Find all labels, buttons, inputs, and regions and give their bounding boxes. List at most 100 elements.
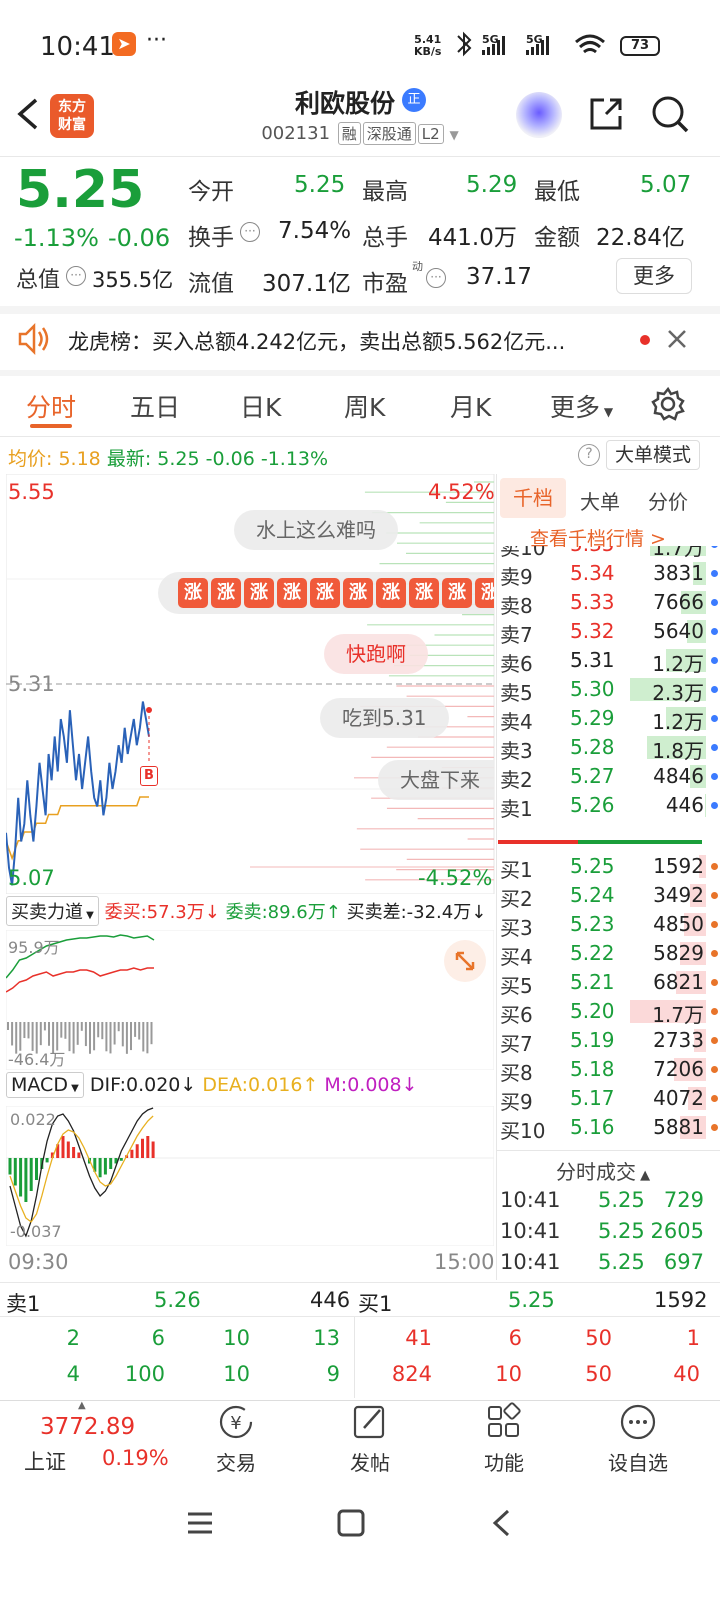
queue-cell: 6	[508, 1326, 522, 1350]
sell-level-row[interactable]: 卖3 5.28 1.8万	[498, 733, 720, 763]
level-volume: 1592	[653, 854, 704, 878]
dock-add-watchlist[interactable]: 设自选	[588, 1402, 688, 1476]
indicator1-chart[interactable]	[6, 930, 494, 1070]
status-time: 10:41	[40, 32, 115, 62]
macd-chart[interactable]	[6, 1106, 494, 1246]
settings-gear-icon[interactable]	[650, 386, 686, 422]
level-price: 5.16	[570, 1115, 615, 1139]
sell-level-row[interactable]: 卖6 5.31 1.2万	[498, 646, 720, 676]
dock-post[interactable]: 发帖	[320, 1402, 420, 1476]
book-tab-fenjia[interactable]: 分价	[648, 486, 688, 515]
sell-level-row[interactable]: 卖9 5.34 3831	[498, 559, 720, 589]
dock-function[interactable]: 功能	[454, 1402, 554, 1476]
queue-cell: 50	[585, 1326, 612, 1350]
level-dot	[711, 802, 718, 809]
tick-row: 10:41 5.25 697	[498, 1250, 720, 1280]
mcap-label: 总值	[16, 268, 61, 293]
tab-more[interactable]: 更多 ▼	[550, 388, 613, 424]
tab-daily-k[interactable]: 日K	[240, 388, 281, 424]
info-icon[interactable]: ···	[426, 268, 446, 288]
close-icon[interactable]	[666, 328, 688, 350]
menu-icon[interactable]	[184, 1508, 216, 1538]
level-price: 5.29	[570, 706, 615, 730]
open-label: 今开	[188, 179, 234, 205]
level-label: 买2	[500, 887, 533, 911]
buy-level-row[interactable]: 买9 5.17 4072	[498, 1084, 720, 1114]
level-dot	[711, 546, 718, 548]
level-dot	[711, 921, 718, 928]
indicator1-select[interactable]: 买卖力道 ▼	[6, 896, 99, 926]
dock-trade[interactable]: ¥ 交易	[186, 1402, 286, 1476]
buy-level-row[interactable]: 买6 5.20 1.7万	[498, 997, 720, 1027]
macd-select[interactable]: MACD ▼	[6, 1072, 84, 1098]
level-dot	[711, 628, 718, 635]
sell-level-row[interactable]: 卖4 5.29 1.2万	[498, 704, 720, 734]
search-icon[interactable]	[650, 94, 690, 134]
zhang-emoji: 涨	[277, 578, 307, 608]
level-volume: 1.2万	[652, 710, 704, 734]
share-icon[interactable]	[586, 94, 626, 134]
book-tab-qiandang[interactable]: 千档	[500, 478, 566, 518]
ai-assistant-avatar[interactable]	[516, 92, 562, 138]
time-start: 09:30	[8, 1250, 69, 1274]
index-value[interactable]: 3772.89	[40, 1414, 135, 1440]
more-button[interactable]: 更多	[616, 258, 692, 294]
expand-icon[interactable]	[444, 940, 486, 982]
big-order-mode-button[interactable]: 大单模式	[606, 440, 700, 470]
level-volume: 5881	[653, 1115, 704, 1139]
index-pct[interactable]: 0.19%	[102, 1446, 169, 1470]
dock-watch-label: 设自选	[608, 1451, 668, 1475]
edit-post-icon	[353, 1405, 385, 1439]
info-icon[interactable]: ···	[66, 266, 86, 286]
level-label: 卖2	[500, 768, 533, 792]
queue-cell: 50	[585, 1362, 612, 1386]
level-volume: 5640	[653, 619, 704, 643]
buy-level-row[interactable]: 买1 5.25 1592	[498, 852, 720, 882]
buy-level-row[interactable]: 买3 5.23 4850	[498, 910, 720, 940]
float-label: 流值	[188, 271, 234, 297]
home-square-icon[interactable]	[336, 1508, 366, 1538]
buy-level-row[interactable]: 买5 5.21 6821	[498, 968, 720, 998]
chart-bottom-price: 5.07	[8, 866, 55, 890]
level-volume: 3831	[653, 561, 704, 585]
buy-level-row[interactable]: 买7 5.19 2733	[498, 1026, 720, 1056]
sell-level-row[interactable]: 卖8 5.33 7666	[498, 588, 720, 618]
buy-marker[interactable]: B	[140, 766, 158, 786]
queue-cell: 41	[405, 1326, 432, 1350]
volume-bar	[704, 794, 706, 817]
info-icon[interactable]: ···	[240, 222, 260, 242]
level-label: 买6	[500, 1003, 533, 1027]
buy-level-row[interactable]: 买8 5.18 7206	[498, 1055, 720, 1085]
buy-level-row[interactable]: 买10 5.16 5881	[498, 1113, 720, 1143]
sell-level-row[interactable]: 卖1 5.26 446	[498, 791, 720, 821]
sell-level-row[interactable]: 卖105.351.7万	[498, 546, 720, 560]
level-label: 买5	[500, 974, 533, 998]
ticks-title[interactable]: 分时成交 ▲	[556, 1156, 650, 1185]
sell-level-row[interactable]: 卖2 5.27 4846	[498, 762, 720, 792]
tick-price: 5.25	[598, 1188, 645, 1212]
index-name[interactable]: 上证	[24, 1446, 66, 1476]
buy-level-row[interactable]: 买2 5.24 3492	[498, 881, 720, 911]
tab-intraday[interactable]: 分时	[26, 388, 76, 424]
tab-weekly-k[interactable]: 周K	[344, 388, 385, 424]
level-label: 卖6	[500, 652, 533, 676]
help-icon[interactable]: ?	[578, 444, 600, 466]
chart-top-price: 5.55	[8, 480, 55, 504]
amount-value: 22.84亿	[596, 225, 685, 251]
buy-level-row[interactable]: 买4 5.22 5829	[498, 939, 720, 969]
tab-monthly-k[interactable]: 月K	[450, 388, 491, 424]
divider	[0, 1316, 720, 1317]
back-nav-icon[interactable]	[488, 1508, 516, 1538]
ticks-title-label: 分时成交	[556, 1160, 636, 1184]
lhb-news[interactable]: 龙虎榜：买入总额4.242亿元，卖出总额5.562亿元...	[68, 326, 628, 356]
book-tab-dadan[interactable]: 大单	[580, 486, 620, 515]
indicator1-name: 买卖力道	[11, 902, 83, 923]
change-amount: -0.06	[108, 224, 171, 252]
tab-five-day[interactable]: 五日	[130, 388, 180, 424]
sell-level-row[interactable]: 卖5 5.30 2.3万	[498, 675, 720, 705]
bottom-sell-vol: 446	[310, 1288, 351, 1312]
level-dot	[711, 863, 718, 870]
sell-level-row[interactable]: 卖7 5.32 5640	[498, 617, 720, 647]
macd-name: MACD	[11, 1074, 68, 1096]
zhang-emoji: 涨	[376, 578, 406, 608]
